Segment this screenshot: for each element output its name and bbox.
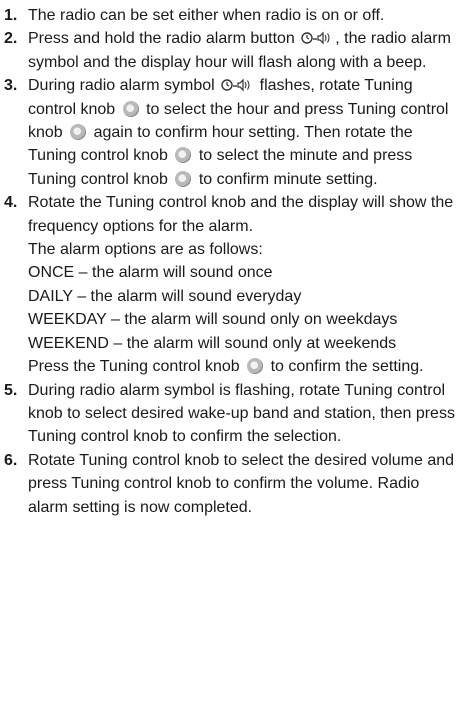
step-1: 1. The radio can be set either when radi…: [4, 4, 462, 27]
step-4: 4. Rotate the Tuning control knob and th…: [4, 191, 462, 378]
step-number: 1.: [4, 7, 18, 24]
step-text: Rotate Tuning control knob to select the…: [28, 451, 455, 516]
instruction-page: 1. The radio can be set either when radi…: [0, 0, 472, 717]
step-text: During radio alarm symbol is flashing, r…: [28, 381, 455, 446]
step-text-line: The alarm options are as follows:: [28, 241, 263, 259]
step-number: 4.: [4, 194, 18, 212]
tuning-knob-icon: [122, 100, 139, 117]
tuning-knob-icon: [70, 124, 87, 141]
step-3: 3. During radio alarm symbol flashes, ro…: [4, 74, 462, 191]
step-text: During radio alarm symbol flashes, rotat…: [28, 74, 462, 191]
step-5: 5. During radio alarm symbol is flashing…: [4, 379, 462, 449]
step-text-line: Rotate the Tuning control knob and the d…: [28, 194, 454, 235]
radio-alarm-icon: [221, 74, 253, 97]
step-text-part: Press the Tuning control knob: [28, 358, 240, 376]
step-number: 2.: [4, 30, 18, 48]
step-text: Rotate the Tuning control knob and the d…: [28, 191, 462, 378]
step-text-part: During radio alarm symbol: [28, 77, 215, 95]
alarm-option-weekday: WEEKDAY – the alarm will sound only on w…: [28, 311, 398, 329]
step-text-part: Press and hold the radio alarm button: [28, 30, 295, 48]
tuning-knob-icon: [175, 147, 192, 164]
step-number: 3.: [4, 77, 18, 95]
step-2: 2. Press and hold the radio alarm button…: [4, 27, 462, 74]
alarm-option-once: ONCE – the alarm will sound once: [28, 264, 273, 282]
step-text: The radio can be set either when radio i…: [28, 7, 385, 24]
step-text-part: to confirm minute setting.: [198, 170, 378, 188]
step-number: 5.: [4, 381, 18, 399]
tuning-knob-icon: [175, 170, 192, 187]
step-text-part: to confirm the setting.: [270, 358, 424, 376]
alarm-option-weekend: WEEKEND – the alarm will sound only at w…: [28, 334, 397, 352]
tuning-knob-icon: [247, 358, 264, 375]
step-6: 6. Rotate Tuning control knob to select …: [4, 449, 462, 519]
step-text: Press and hold the radio alarm button , …: [28, 27, 462, 74]
alarm-option-daily: DAILY – the alarm will sound everyday: [28, 287, 302, 305]
step-number: 6.: [4, 451, 18, 469]
radio-alarm-icon: [301, 27, 333, 50]
